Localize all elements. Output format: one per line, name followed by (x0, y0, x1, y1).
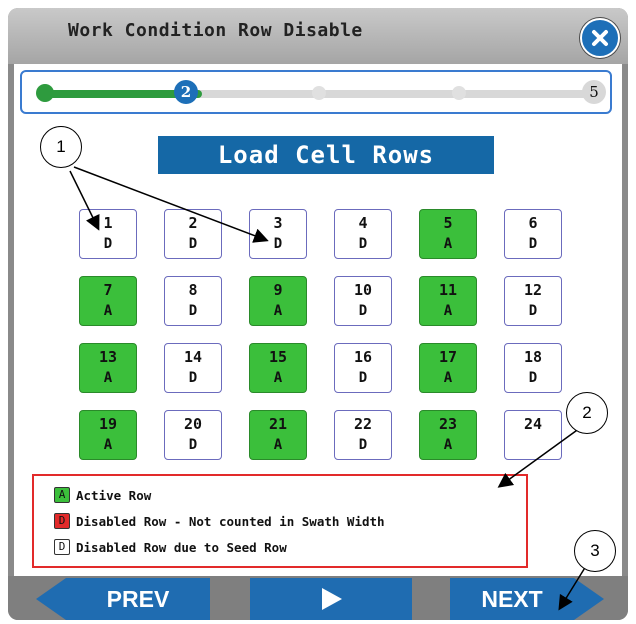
callout-1: 1 (40, 126, 82, 168)
callout-2: 2 (566, 392, 608, 434)
callout-1-arrow-b (73, 166, 269, 243)
callout-lines (69, 166, 587, 611)
callout-1-arrow-a (69, 170, 100, 231)
callout-2-arrow (497, 427, 581, 488)
callout-3-arrow (558, 565, 587, 611)
callout-3: 3 (574, 530, 616, 572)
